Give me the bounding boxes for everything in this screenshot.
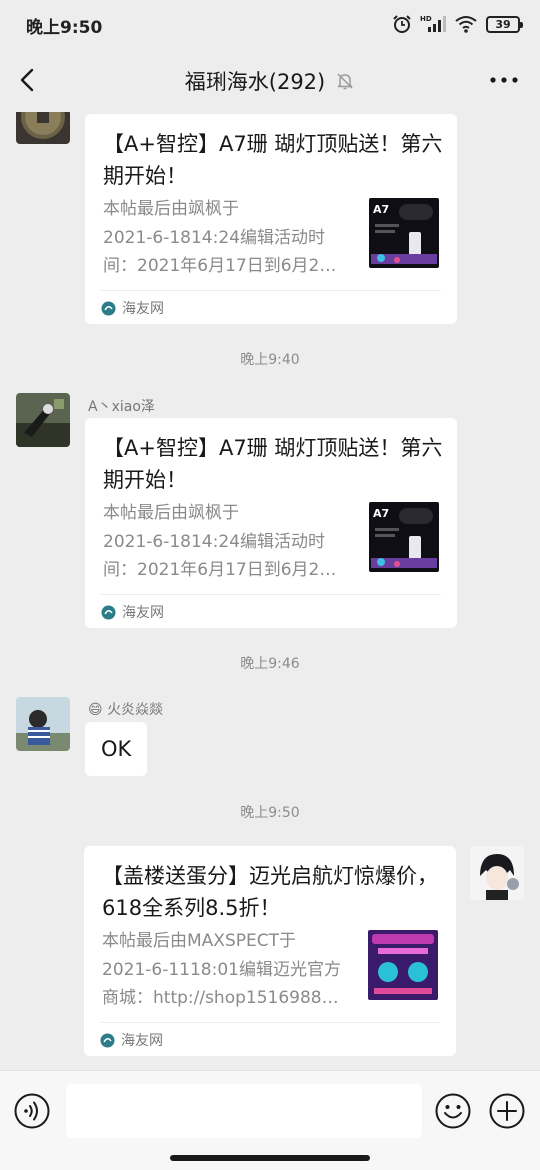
timestamp: 晚上9:40 bbox=[240, 352, 300, 368]
card-divider bbox=[101, 290, 441, 291]
card-source-name: 海友网 bbox=[122, 301, 164, 317]
wifi-icon bbox=[455, 16, 477, 33]
card-divider bbox=[101, 594, 441, 595]
card-source: 海友网 bbox=[101, 602, 164, 622]
avatar[interactable] bbox=[16, 112, 70, 144]
text-message[interactable]: OK bbox=[85, 722, 148, 776]
svg-text:HD: HD bbox=[420, 15, 432, 23]
link-card[interactable]: 【A+智控】A7珊 瑚灯顶贴送！第六期开始！ 本帖最后由飒枫于 2021-6-1… bbox=[85, 418, 457, 628]
emoji-icon[interactable] bbox=[435, 1093, 471, 1129]
card-desc-line: 本帖最后由MAXSPECT于 bbox=[102, 931, 296, 951]
home-indicator[interactable] bbox=[170, 1155, 370, 1161]
card-desc-line: 间：2021年6月17日到6月2… bbox=[103, 560, 337, 580]
thumb-label: A7 bbox=[373, 203, 389, 216]
voice-icon[interactable] bbox=[14, 1093, 50, 1129]
sender-name-row: 😄 火炎焱燚 bbox=[88, 699, 163, 719]
plus-circle-icon[interactable] bbox=[489, 1093, 525, 1129]
card-desc-line: 2021-6-1814:24编辑活动时 bbox=[103, 227, 325, 248]
card-desc-line: 本帖最后由飒枫于 bbox=[103, 503, 239, 523]
battery-icon: 39 bbox=[486, 15, 523, 33]
card-source-name: 海友网 bbox=[121, 1033, 163, 1049]
chat-header: 福琍海水(292) bbox=[0, 48, 540, 112]
my-avatar[interactable] bbox=[470, 846, 524, 900]
status-time: 晚上9:50 bbox=[26, 18, 103, 38]
card-description: 本帖最后由飒枫于 2021-6-1814:24编辑活动时 间：2021年6月17… bbox=[103, 499, 355, 585]
card-source: 海友网 bbox=[101, 298, 164, 318]
status-icons: HD 39 bbox=[392, 12, 523, 36]
message-input[interactable] bbox=[66, 1084, 422, 1138]
card-desc-line: 本帖最后由飒枫于 bbox=[103, 199, 239, 219]
link-card[interactable]: 【A+智控】A7珊 瑚灯顶贴送！第六期开始！ 本帖最后由飒枫于 2021-6-1… bbox=[85, 114, 457, 324]
card-desc-line: 商城：http://shop1516988… bbox=[102, 988, 339, 1008]
alarm-icon bbox=[393, 15, 411, 33]
bell-muted-icon bbox=[337, 73, 353, 90]
sender-avatar-image bbox=[16, 697, 70, 751]
card-thumbnail bbox=[368, 930, 438, 1000]
card-thumbnail: A7 bbox=[369, 198, 439, 268]
avatar[interactable] bbox=[16, 697, 70, 751]
hd-signal-icon: HD bbox=[420, 15, 446, 32]
card-title: 【A+智控】A7珊 瑚灯顶贴送！第六期开始！ bbox=[103, 132, 443, 188]
chat-title[interactable]: 福琍海水(292) bbox=[185, 66, 325, 96]
thumb-label: A7 bbox=[373, 507, 389, 520]
input-bar bbox=[0, 1070, 540, 1170]
card-thumbnail: A7 bbox=[369, 502, 439, 572]
timestamp: 晚上9:46 bbox=[240, 656, 300, 672]
sender-name: A丶xiao泽 bbox=[88, 399, 155, 415]
chat-title-wrap: 福琍海水(292) bbox=[0, 66, 540, 96]
chat-messages[interactable]: 【A+智控】A7珊 瑚灯顶贴送！第六期开始！ 本帖最后由飒枫于 2021-6-1… bbox=[0, 112, 540, 1070]
card-title: 【盖楼送蛋分】迈光启航灯惊爆价，618全系列8.5折！ bbox=[102, 864, 438, 920]
card-description: 本帖最后由飒枫于 2021-6-1814:24编辑活动时 间：2021年6月17… bbox=[103, 195, 355, 281]
coin-avatar-image bbox=[16, 112, 70, 144]
card-source: 海友网 bbox=[100, 1030, 163, 1050]
sender-name: 火炎焱燚 bbox=[107, 702, 164, 718]
card-title: 【A+智控】A7珊 瑚灯顶贴送！第六期开始！ bbox=[103, 436, 443, 492]
avatar[interactable] bbox=[16, 393, 70, 447]
card-desc-line: 间：2021年6月17日到6月2… bbox=[103, 256, 337, 276]
card-desc-line: 2021-6-1814:24编辑活动时 bbox=[103, 531, 325, 552]
sender-emoji: 😄 bbox=[88, 702, 103, 718]
link-card[interactable]: 【盖楼送蛋分】迈光启航灯惊爆价，618全系列8.5折！ 本帖最后由MAXSPEC… bbox=[84, 846, 456, 1056]
anime-avatar-image bbox=[470, 846, 524, 900]
timestamp: 晚上9:50 bbox=[240, 805, 300, 821]
card-source-name: 海友网 bbox=[122, 605, 164, 621]
more-dots-icon[interactable] bbox=[488, 70, 520, 90]
sender-avatar-image bbox=[16, 393, 70, 447]
source-logo-icon bbox=[100, 1033, 115, 1047]
battery-level: 39 bbox=[495, 17, 511, 31]
source-logo-icon bbox=[101, 605, 116, 619]
card-desc-line: 2021-6-1118:01编辑迈光官方 bbox=[102, 959, 341, 980]
status-bar: 晚上9:50 HD 39 bbox=[0, 0, 540, 48]
source-logo-icon bbox=[101, 301, 116, 315]
card-description: 本帖最后由MAXSPECT于 2021-6-1118:01编辑迈光官方 商城：h… bbox=[102, 927, 354, 1013]
card-divider bbox=[100, 1022, 440, 1023]
